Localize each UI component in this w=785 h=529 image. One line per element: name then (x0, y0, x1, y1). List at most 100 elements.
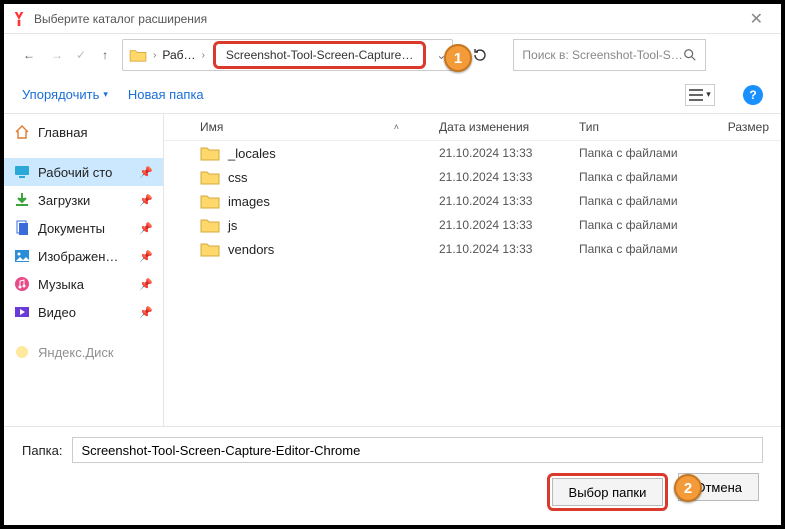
select-folder-button[interactable]: Выбор папки (552, 478, 664, 506)
sidebar-item-label: Видео (38, 305, 76, 320)
address-bar[interactable]: › Раб… › Screenshot-Tool-Screen-Capture…… (122, 39, 453, 71)
download-icon (14, 192, 30, 208)
annotation-badge-1: 1 (444, 44, 472, 72)
file-type: Папка с файлами (579, 194, 709, 208)
table-row[interactable]: js 21.10.2024 13:33Папка с файлами (164, 213, 781, 237)
yadisk-icon (14, 344, 30, 360)
list-view-icon (689, 89, 703, 101)
view-options-button[interactable]: ▾ (685, 84, 715, 106)
folder-icon (200, 241, 220, 257)
table-row[interactable]: _locales 21.10.2024 13:33Папка с файлами (164, 141, 781, 165)
table-row[interactable]: images 21.10.2024 13:33Папка с файлами (164, 189, 781, 213)
sidebar-item-pictures[interactable]: Изображен… 📌 (4, 242, 163, 270)
file-rows: _locales21.10.2024 13:33Папка с файламиc… (164, 141, 781, 426)
sidebar-item-home[interactable]: Главная (4, 118, 163, 146)
folder-icon (129, 48, 147, 62)
dialog-buttons: Выбор папки Отмена (22, 473, 763, 511)
column-name[interactable]: Имя ˄ (200, 120, 439, 134)
sidebar-item-label: Главная (38, 125, 87, 140)
pin-icon: 📌 (139, 166, 153, 179)
navigation-bar: ← → ✓ ↑ › Раб… › Screenshot-Tool-Screen-… (4, 34, 781, 76)
table-row[interactable]: vendors 21.10.2024 13:33Папка с файлами (164, 237, 781, 261)
video-icon (14, 304, 30, 320)
sidebar-item-downloads[interactable]: Загрузки 📌 (4, 186, 163, 214)
file-date: 21.10.2024 13:33 (439, 242, 579, 256)
chevron-down-icon: ▾ (103, 89, 108, 100)
help-button[interactable]: ? (743, 85, 763, 105)
file-date: 21.10.2024 13:33 (439, 194, 579, 208)
toolbar: Упорядочить ▾ Новая папка ▾ ? (4, 76, 781, 114)
sidebar-item-label: Документы (38, 221, 105, 236)
folder-icon (200, 145, 220, 161)
pin-icon: 📌 (139, 306, 153, 319)
music-icon (14, 276, 30, 292)
new-folder-button[interactable]: Новая папка (128, 87, 204, 102)
new-folder-label: Новая папка (128, 87, 204, 102)
close-icon[interactable]: ✕ (740, 5, 773, 33)
folder-icon (200, 169, 220, 185)
refresh-icon (472, 47, 488, 63)
sidebar-item-label: Загрузки (38, 193, 90, 208)
file-list-pane: Имя ˄ Дата изменения Тип Размер _locales… (164, 114, 781, 426)
window-title: Выберите каталог расширения (34, 12, 207, 26)
dialog-body: Главная Рабочий сто 📌 Загрузки 📌 Докумен… (4, 114, 781, 427)
breadcrumb-current[interactable]: Screenshot-Tool-Screen-Capture… (213, 41, 426, 69)
nav-separator: ✓ (76, 48, 86, 62)
column-type[interactable]: Тип (579, 120, 709, 134)
yandex-logo-icon (12, 12, 26, 26)
file-name: _locales (228, 146, 276, 161)
sidebar-item-desktop[interactable]: Рабочий сто 📌 (4, 158, 163, 186)
file-type: Папка с файлами (579, 146, 709, 160)
refresh-button[interactable] (469, 44, 491, 66)
dialog-footer: Папка: Выбор папки Отмена (4, 427, 781, 525)
documents-icon (14, 220, 30, 236)
file-type: Папка с файлами (579, 218, 709, 232)
up-button[interactable]: ↑ (94, 44, 116, 66)
file-name: js (228, 218, 237, 233)
forward-button[interactable]: → (46, 44, 68, 66)
back-button[interactable]: ← (18, 44, 40, 66)
sidebar-item-label: Яндекс.Диск (38, 345, 114, 360)
file-date: 21.10.2024 13:33 (439, 218, 579, 232)
folder-name-row: Папка: (22, 437, 763, 463)
column-headers: Имя ˄ Дата изменения Тип Размер (164, 114, 781, 141)
file-date: 21.10.2024 13:33 (439, 170, 579, 184)
sidebar-item-video[interactable]: Видео 📌 (4, 298, 163, 326)
breadcrumb-segment[interactable]: Раб… (162, 48, 195, 62)
pin-icon: 📌 (139, 222, 153, 235)
folder-label: Папка: (22, 443, 62, 458)
search-icon (683, 48, 697, 62)
sidebar-item-music[interactable]: Музыка 📌 (4, 270, 163, 298)
file-type: Папка с файлами (579, 242, 709, 256)
organize-label: Упорядочить (22, 87, 99, 102)
file-name: images (228, 194, 270, 209)
pin-icon: 📌 (139, 278, 153, 291)
folder-name-input[interactable] (72, 437, 763, 463)
file-date: 21.10.2024 13:33 (439, 146, 579, 160)
column-label: Имя (200, 120, 223, 134)
pin-icon: 📌 (139, 250, 153, 263)
sidebar-item-documents[interactable]: Документы 📌 (4, 214, 163, 242)
file-type: Папка с файлами (579, 170, 709, 184)
file-name: css (228, 170, 248, 185)
column-size[interactable]: Размер (709, 120, 769, 134)
chevron-right-icon: › (153, 50, 156, 61)
sidebar-item-yadisk[interactable]: Яндекс.Диск (4, 338, 163, 366)
sort-asc-icon: ˄ (394, 122, 399, 132)
titlebar: Выберите каталог расширения ✕ (4, 4, 781, 34)
select-folder-highlight: Выбор папки (547, 473, 669, 511)
folder-picker-dialog: Выберите каталог расширения ✕ ← → ✓ ↑ › … (4, 4, 781, 525)
home-icon (14, 124, 30, 140)
pictures-icon (14, 248, 30, 264)
organize-menu[interactable]: Упорядочить ▾ (22, 87, 108, 102)
chevron-down-icon: ▾ (706, 89, 711, 100)
table-row[interactable]: css 21.10.2024 13:33Папка с файлами (164, 165, 781, 189)
pin-icon: 📌 (139, 194, 153, 207)
search-input[interactable]: Поиск в: Screenshot-Tool-S… (513, 39, 705, 71)
sidebar-item-label: Музыка (38, 277, 84, 292)
folder-icon (200, 217, 220, 233)
column-date[interactable]: Дата изменения (439, 120, 579, 134)
sidebar-item-label: Рабочий сто (38, 165, 112, 180)
search-placeholder: Поиск в: Screenshot-Tool-S… (522, 48, 682, 62)
file-name: vendors (228, 242, 274, 257)
